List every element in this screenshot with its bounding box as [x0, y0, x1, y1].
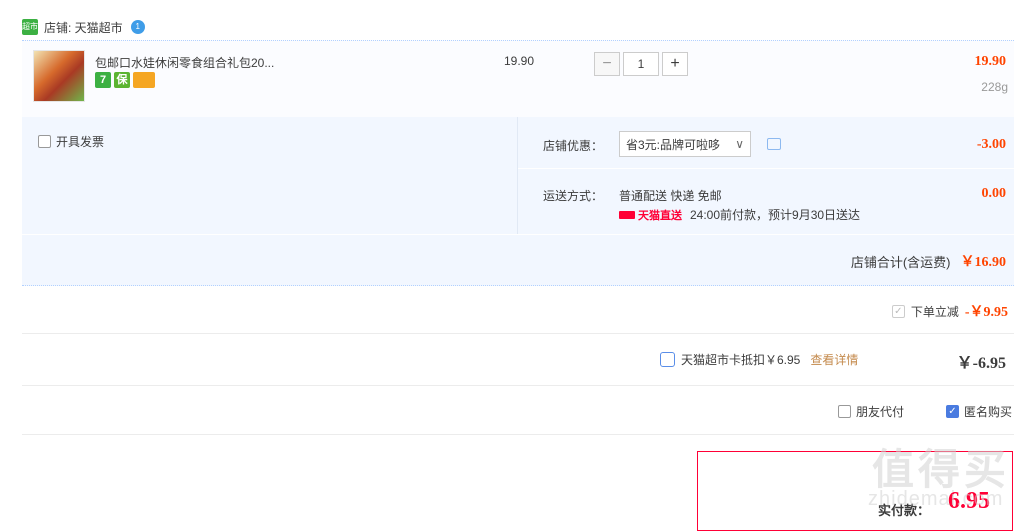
quantity-plus-button[interactable]: + [662, 52, 688, 76]
card-deduct-row: 天猫超市卡抵扣￥6.95 查看详情 [660, 351, 858, 368]
card-deduct-amount: ￥-6.95 [956, 355, 1006, 372]
options-row-divider [518, 168, 1014, 169]
seven-day-return-icon[interactable]: 7 [95, 72, 111, 88]
card-details-link[interactable]: 查看详情 [810, 351, 858, 368]
anonymous-checkbox[interactable]: ✓ [946, 405, 959, 418]
promo-label: 店铺优惠： [543, 139, 604, 153]
friend-pay-label: 朋友代付 [856, 405, 905, 419]
promo-selected-value: 省3元:品牌可啦哆 [626, 137, 721, 152]
quantity-stepper: − 1 + [594, 52, 688, 76]
divider [22, 385, 1014, 386]
friend-pay-checkbox[interactable] [838, 405, 851, 418]
quantity-minus-button[interactable]: − [594, 52, 620, 76]
wangwang-chat-icon[interactable]: 1 [130, 20, 145, 34]
shipping-label: 运送方式： [543, 189, 604, 203]
shop-header: 超市 店铺: 天猫超市 1 [22, 16, 145, 38]
tmall-cat-icon [619, 210, 635, 219]
promo-select[interactable]: 省3元:品牌可啦哆 ∨ [619, 131, 751, 157]
watermark-url: zhidemai.com [868, 488, 1004, 510]
line-total: 19.90 [974, 54, 1007, 69]
divider [22, 333, 1014, 334]
friend-pay-option[interactable]: 朋友代付 [838, 403, 904, 420]
item-weight: 228g [981, 80, 1008, 94]
shipping-note: 24:00前付款，预计9月30日送达 [690, 208, 861, 222]
shipping-amount: 0.00 [981, 186, 1007, 201]
card-deduct-label: 天猫超市卡抵扣￥6.95 [681, 353, 801, 367]
guarantee-icon[interactable]: 保 [114, 72, 130, 88]
shop-subtotal: 店铺合计(含运费) ￥16.90 [851, 251, 1006, 271]
promo-amount: -3.00 [976, 137, 1006, 152]
anonymous-option[interactable]: ✓ 匿名购买 [946, 403, 1012, 420]
service-badges: 7 保 [95, 72, 155, 88]
divider [22, 434, 1014, 435]
tmall-direct-label: 天猫直送 [638, 209, 682, 222]
chevron-down-icon: ∨ [735, 137, 744, 151]
options-divider [517, 117, 518, 234]
instant-discount-checkbox: ✓ [891, 304, 905, 318]
subtotal-amount: ￥16.90 [960, 255, 1007, 270]
product-thumbnail[interactable] [33, 50, 85, 102]
invoice-checkbox[interactable] [38, 135, 51, 148]
tmall-supermarket-icon: 超市 [22, 19, 38, 35]
shipping-method: 普通配送 快递 免邮 [619, 189, 722, 203]
anonymous-label: 匿名购买 [964, 405, 1013, 419]
product-title[interactable]: 包邮口水娃休闲零食组合礼包20... [95, 54, 274, 71]
instant-discount-amount: -￥9.95 [964, 305, 1008, 320]
credit-card-icon[interactable] [133, 72, 155, 88]
shipping-detail: 天猫直送 24:00前付款，预计9月30日送达 [619, 206, 860, 223]
subtotal-label: 店铺合计(含运费) [850, 254, 951, 270]
instant-discount-row: ✓ 下单立减 -￥9.95 [891, 301, 1008, 321]
unit-price: 19.90 [504, 54, 535, 68]
instant-discount-label: 下单立减 [910, 304, 959, 319]
tmall-direct-badge: 天猫直送 [619, 207, 682, 223]
quantity-input[interactable]: 1 [623, 52, 659, 76]
invoice-label: 开具发票 [56, 135, 105, 149]
order-item-row [22, 40, 1014, 118]
card-deduct-checkbox[interactable] [660, 352, 675, 367]
message-icon[interactable] [767, 138, 781, 150]
invoice-option[interactable]: 开具发票 [38, 133, 104, 150]
subtotal-divider [22, 234, 1014, 235]
shop-name[interactable]: 店铺: 天猫超市 [44, 19, 123, 36]
